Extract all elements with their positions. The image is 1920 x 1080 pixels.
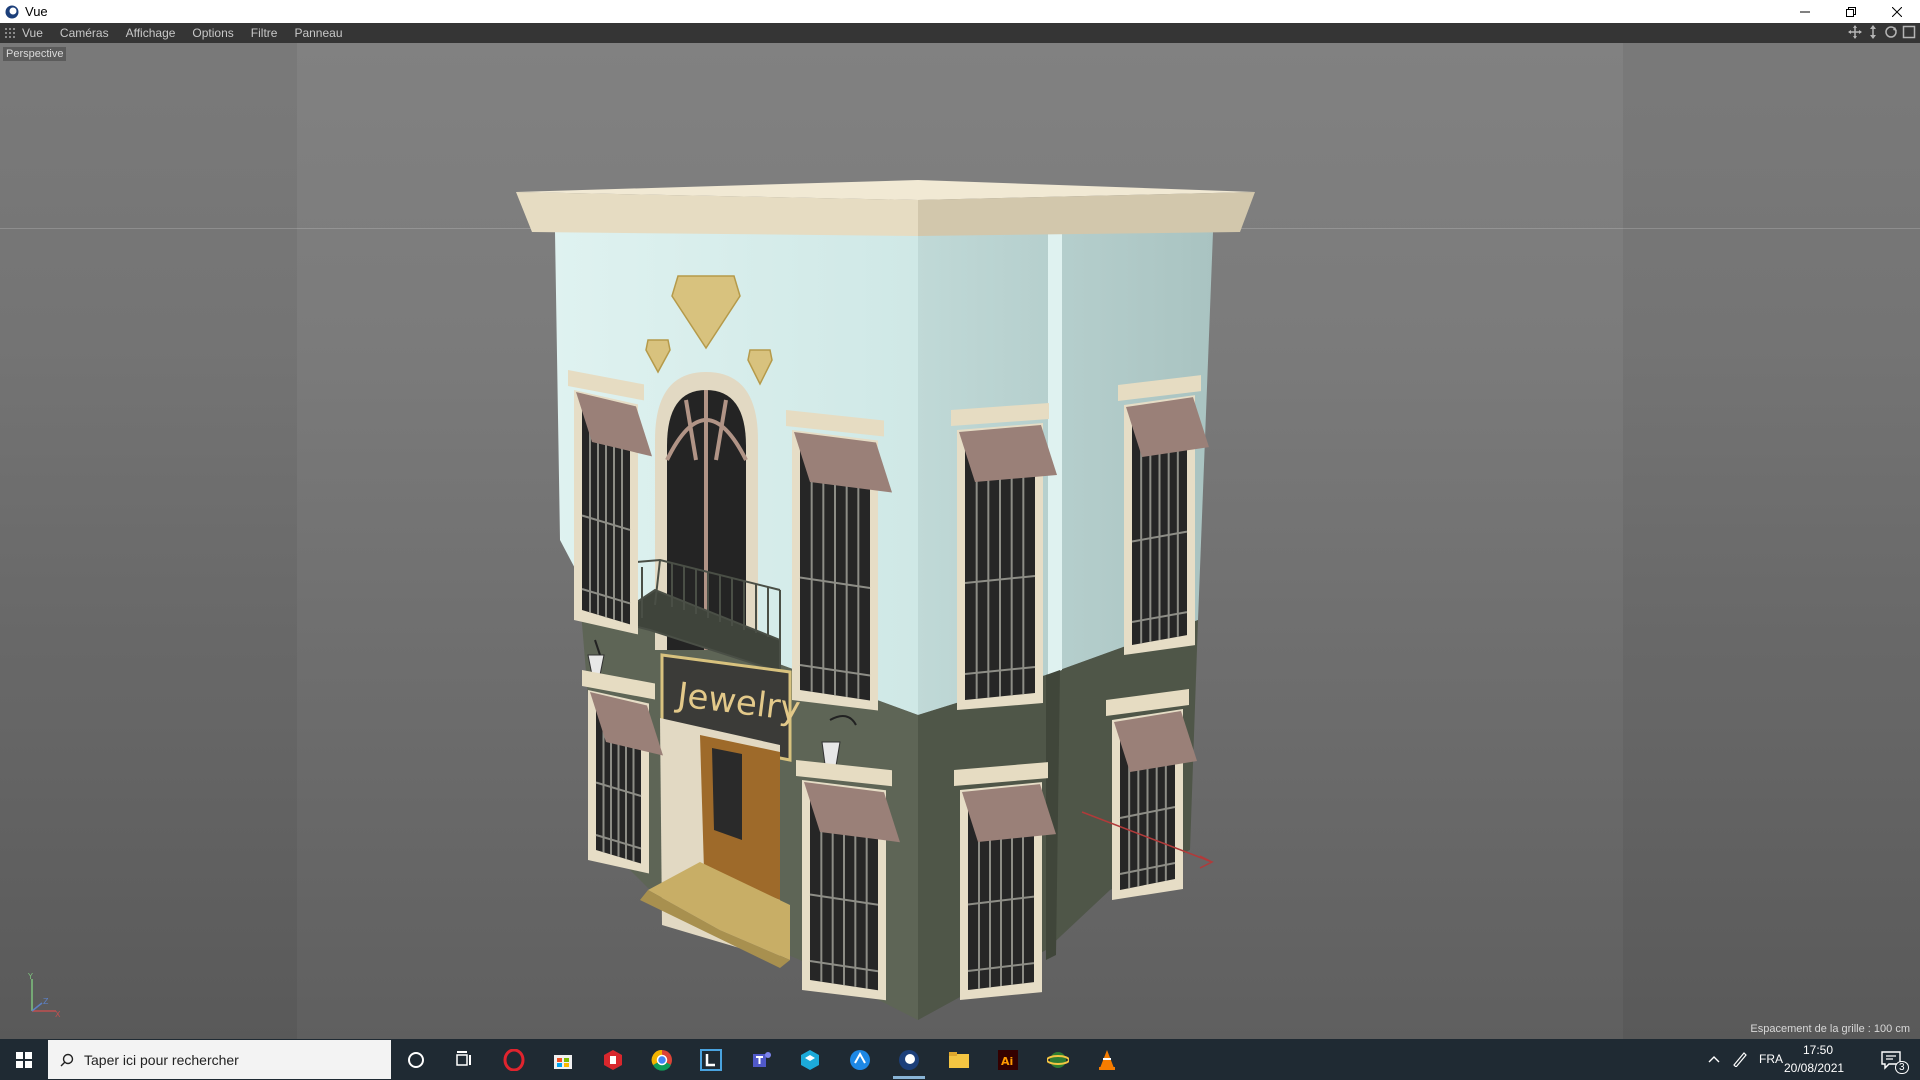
3d-viewport[interactable]: Perspective Jewelry Espacement de la gri…	[0, 43, 1920, 1039]
lumion-icon	[700, 1048, 722, 1071]
task-view-button[interactable]	[444, 1043, 484, 1076]
restore-button[interactable]	[1828, 0, 1874, 23]
chrome-icon	[651, 1049, 672, 1071]
alt-browser-icon	[850, 1049, 870, 1070]
minimize-button[interactable]	[1782, 0, 1828, 23]
vlc-button[interactable]	[1087, 1043, 1127, 1076]
menu-options[interactable]: Options	[192, 26, 233, 40]
file-explorer-icon	[949, 1051, 969, 1068]
menu-affichage[interactable]: Affichage	[126, 26, 176, 40]
clock-time[interactable]: 17:50	[1803, 1043, 1833, 1057]
barred-window	[951, 403, 1057, 710]
teams-button[interactable]	[741, 1043, 781, 1076]
opera-button[interactable]	[494, 1043, 534, 1076]
pen-icon[interactable]	[1732, 1051, 1748, 1067]
sketchup-button[interactable]	[593, 1043, 633, 1076]
close-button[interactable]	[1874, 0, 1920, 23]
cortana-icon	[408, 1051, 424, 1068]
restore-icon	[1846, 6, 1856, 17]
illustrator-icon: Ai	[998, 1049, 1018, 1070]
lumion-button[interactable]	[691, 1043, 731, 1076]
axis-z-label: Z	[43, 997, 49, 1006]
barred-window	[796, 760, 900, 1001]
illustrator-button[interactable]: Ai	[988, 1043, 1028, 1076]
earth-button[interactable]	[1038, 1043, 1078, 1076]
windows-taskbar: Taper ici pour rechercher Ai FRA 17:50 2…	[0, 1039, 1920, 1080]
notification-count-badge: 3	[1895, 1061, 1909, 1074]
start-button[interactable]	[0, 1039, 48, 1080]
show-hidden-icons-icon[interactable]	[1708, 1053, 1720, 1065]
vlc-icon	[1099, 1049, 1115, 1070]
search-icon	[60, 1053, 74, 1066]
clock-date[interactable]: 20/08/2021	[1784, 1061, 1844, 1075]
viewport-menubar: Vue Caméras Affichage Options Filtre Pan…	[0, 23, 1920, 43]
sketchfab-icon	[801, 1049, 819, 1070]
store-icon	[554, 1054, 572, 1069]
search-placeholder: Taper ici pour rechercher	[84, 1051, 239, 1068]
menu-panneau[interactable]: Panneau	[294, 26, 342, 40]
sketchfab-button[interactable]	[790, 1043, 830, 1076]
close-icon	[1892, 6, 1902, 17]
menu-filtre[interactable]: Filtre	[251, 26, 278, 40]
sketchup-icon	[604, 1049, 622, 1070]
svg-text:Ai: Ai	[1001, 1055, 1013, 1068]
cinema4d-taskbar-button[interactable]	[889, 1043, 929, 1079]
axis-x-label: X	[55, 1010, 61, 1017]
cinema4d-icon	[899, 1049, 919, 1070]
cinema4d-icon	[5, 5, 19, 18]
opera-icon	[503, 1048, 525, 1071]
file-explorer-button[interactable]	[939, 1043, 979, 1076]
system-tray: FRA 17:50 20/08/2021 3	[1700, 1039, 1920, 1080]
barred-window	[786, 410, 892, 711]
menu-cameras[interactable]: Caméras	[60, 26, 109, 40]
window-titlebar: Vue	[0, 0, 1920, 23]
grid-spacing-label: Espacement de la grille : 100 cm	[1750, 1023, 1910, 1035]
panel-grip-icon[interactable]	[4, 27, 16, 39]
rotate-view-icon[interactable]	[1884, 25, 1898, 39]
door-glass	[712, 748, 742, 840]
alt-browser-button[interactable]	[840, 1043, 880, 1076]
earth-icon	[1047, 1051, 1069, 1068]
barred-window	[954, 762, 1056, 1000]
axis-y-label: Y	[27, 973, 33, 981]
teams-icon	[753, 1051, 771, 1067]
window-title: Vue	[25, 4, 48, 19]
task-view-icon	[456, 1050, 471, 1066]
menu-vue[interactable]: Vue	[22, 26, 43, 40]
building-model[interactable]: Jewelry	[0, 43, 1920, 1039]
move-view-icon[interactable]	[1848, 25, 1862, 39]
windows-logo-icon	[16, 1051, 32, 1068]
language-indicator[interactable]: FRA	[1759, 1052, 1783, 1066]
cortana-button[interactable]	[396, 1043, 436, 1076]
chrome-button[interactable]	[642, 1043, 682, 1076]
axis-gizmo: Y X Z	[27, 973, 61, 1017]
taskbar-search[interactable]: Taper ici pour rechercher	[48, 1040, 391, 1079]
store-button[interactable]	[543, 1043, 583, 1076]
maximize-view-icon[interactable]	[1902, 25, 1916, 39]
minimize-icon	[1800, 11, 1810, 12]
zoom-view-icon[interactable]	[1866, 25, 1880, 39]
